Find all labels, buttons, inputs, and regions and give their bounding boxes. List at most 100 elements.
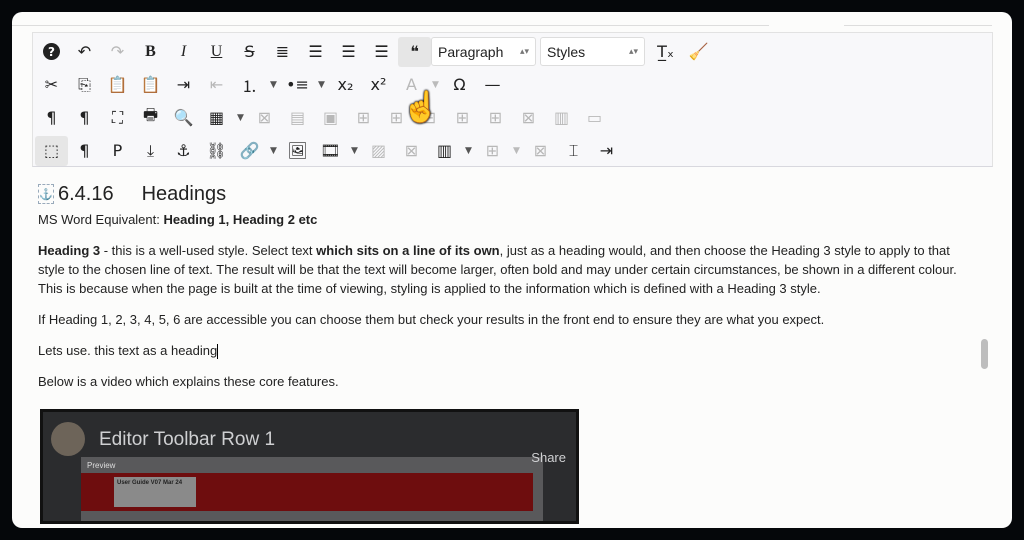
dropdown-arrow-icon[interactable]: ▼ [461,146,476,156]
text-caret [217,344,219,360]
dropdown-arrow-icon[interactable]: ▼ [233,113,248,123]
paragraph-block-icon[interactable]: P [101,136,134,166]
search-icon[interactable]: 🔍 [167,103,200,133]
strikethrough-icon[interactable]: S [233,37,266,67]
anchor-icon[interactable]: ⚓ [167,136,200,166]
bold-text: Heading 3 [38,243,101,258]
paragraph: Below is a video which explains these co… [38,374,339,389]
clean-up-icon[interactable]: 🧹 [682,37,715,67]
superscript-icon[interactable]: x² [362,70,395,100]
dropdown-arrow-icon[interactable]: ▼ [428,80,443,90]
toolbar-row-1: ? ↶ ↷ B I U S ≣ ☰ ☰ ☰ ❝ Paragraph ▴▾ Styles ▴▾ T̲ₓ 🧹 [35,35,715,68]
insert-icon[interactable]: ⤓ [134,136,167,166]
row-props-icon[interactable]: ▤ [281,103,314,133]
insert-col-before-icon[interactable]: ⊞ [446,103,479,133]
scrollbar-thumb[interactable] [981,339,988,369]
editor-window: ? ↶ ↷ B I U S ≣ ☰ ☰ ☰ ❝ Paragraph ▴▾ Styles ▴▾ T̲ₓ 🧹 ✂ ⎘ 📋 📋… [12,12,1012,528]
clear-formatting-icon[interactable]: T̲ₓ [649,37,682,67]
ms-word-line: MS Word Equivalent: Heading 1, Heading 2… [38,210,973,229]
image-icon[interactable]: 🖼 [281,136,314,166]
updown-icon: ▴▾ [519,46,529,56]
delete-column-icon[interactable]: ⊠ [524,136,557,166]
heading-text: Headings [141,182,227,205]
print-icon[interactable]: 🖶 [134,103,167,133]
styles-select[interactable]: Styles ▴▾ [540,37,645,66]
preview-label: Preview [87,461,116,470]
dropdown-arrow-icon[interactable]: ▼ [347,146,362,156]
paragraph-select[interactable]: Paragraph ▴▾ [431,37,536,66]
cell-props-icon[interactable]: ▣ [314,103,347,133]
share-button[interactable]: Share [531,450,566,465]
merge-cells-icon[interactable]: ▭ [578,103,611,133]
image-remove-icon[interactable]: ⊠ [395,136,428,166]
help-icon[interactable]: ? [35,37,68,67]
avatar [51,422,85,456]
video-red-banner: User Guide V07 Mar 24 [81,473,533,511]
heading-number: 6.4.16 [58,182,114,205]
bold-icon[interactable]: B [134,37,167,67]
paragraph: If Heading 1, 2, 3, 4, 5, 6 are accessib… [38,312,825,327]
dropdown-arrow-icon[interactable]: ▼ [266,80,281,90]
unlink-icon[interactable]: ⛓ [200,136,233,166]
fullscreen-icon[interactable]: ⛶ [101,103,134,133]
outdent-icon[interactable]: ⇤ [200,70,233,100]
underline-icon[interactable]: U [200,37,233,67]
justify-icon[interactable]: ≣ [266,37,299,67]
delete-col-icon[interactable]: ⊠ [512,103,545,133]
undo-icon[interactable]: ↶ [68,37,101,67]
delete-table-icon[interactable]: ⊠ [248,103,281,133]
align-right-icon[interactable]: ☰ [365,37,398,67]
insert-col-after-icon[interactable]: ⊞ [479,103,512,133]
cut-icon[interactable]: ✂ [35,70,68,100]
media-icon[interactable]: 🎞 [314,136,347,166]
visual-blocks-icon[interactable]: ⬚ [35,135,68,166]
ltr-icon[interactable]: ¶ [35,103,68,133]
text: - this is a well-used style. Select text [100,243,317,258]
insert-row-before-icon[interactable]: ⊞ [347,103,380,133]
image-edit-icon[interactable]: ▨ [362,136,395,166]
toolbar-row-4: ⬚ ¶ P ⤓ ⚓ ⛓ 🔗 ▼ 🖼 🎞 ▼ ▨ ⊠ ▥ ▼ ⊞ ▼ ⊠ ⌶ ⇥ [35,134,623,167]
ms-word-label: MS Word Equivalent: [38,212,164,227]
dropdown-arrow-icon[interactable]: ▼ [266,146,281,156]
video-preview-panel: Preview User Guide V07 Mar 24 [81,457,543,521]
insert-column-icon[interactable]: ⊞ [476,136,509,166]
redo-icon[interactable]: ↷ [101,37,134,67]
anchor-icon[interactable]: ⚓ [38,184,54,204]
paragraph-heading3: Heading 3 - this is a well-used style. S… [38,241,973,298]
link-icon[interactable]: 🔗 [233,136,266,166]
paste-as-text-icon[interactable]: 📋 [134,70,167,100]
visual-chars-icon[interactable]: ¶ [68,136,101,166]
dropdown-arrow-icon[interactable]: ▼ [314,80,329,90]
horizontal-line-icon[interactable]: — [476,70,509,100]
editor-content[interactable]: ⚓ 6.4.16 Headings MS Word Equivalent: Head… [38,172,973,403]
paragraph-editing: Lets use. this text as a heading [38,341,973,360]
video-embed[interactable]: Preview User Guide V07 Mar 24 Editor Too… [40,409,579,524]
card-title: User Guide V07 Mar 24 [114,477,196,507]
table-icon[interactable]: ▦ [200,103,233,133]
page-break-icon[interactable]: ⌶ [557,136,590,166]
align-left-icon[interactable]: ☰ [332,37,365,67]
indent-icon[interactable]: ⇥ [167,70,200,100]
blockquote-icon[interactable]: ❝ [398,36,431,67]
heading: ⚓ 6.4.16 Headings [38,184,973,204]
tab-divider [844,25,992,26]
paste-icon[interactable]: 📋 [101,70,134,100]
columns-icon[interactable]: ▥ [428,136,461,166]
styles-select-value: Styles [547,43,586,60]
italic-icon[interactable]: I [167,37,200,67]
updown-icon: ▴▾ [628,46,638,56]
numbered-list-icon[interactable]: ⒈ [233,70,266,100]
bullet-list-icon[interactable]: •≡ [281,70,314,100]
special-character-icon[interactable]: Ω [443,70,476,100]
video-title[interactable]: Editor Toolbar Row 1 [99,429,275,451]
subscript-icon[interactable]: x₂ [329,70,362,100]
split-cells-icon[interactable]: ▥ [545,103,578,133]
text: Lets use. this text as a heading [38,343,218,358]
align-center-icon[interactable]: ☰ [299,37,332,67]
paragraph-select-value: Paragraph [438,43,504,60]
template-icon[interactable]: ⇥ [590,136,623,166]
ms-word-value: Heading 1, Heading 2 etc [163,212,318,227]
copy-icon[interactable]: ⎘ [68,70,101,100]
dropdown-arrow-icon[interactable]: ▼ [509,146,524,156]
rtl-icon[interactable]: ¶ [68,103,101,133]
